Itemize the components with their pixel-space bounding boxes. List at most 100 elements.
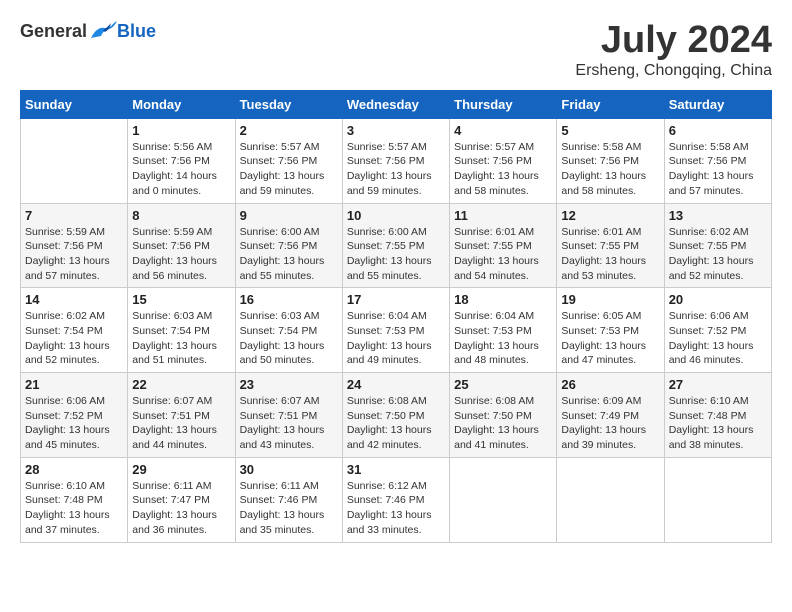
day-number: 9 [240, 208, 338, 223]
calendar-cell: 31 Sunrise: 6:12 AM Sunset: 7:46 PM Dayli… [342, 457, 449, 542]
calendar-cell: 6Sunrise: 5:58 AM Sunset: 7:56 PM Daylig… [664, 118, 771, 203]
calendar-cell: 14 Sunrise: 6:02 AM Sunset: 7:54 PM Dayli… [21, 288, 128, 373]
calendar-cell: 23Sunrise: 6:07 AM Sunset: 7:51 PM Dayli… [235, 373, 342, 458]
calendar-cell: 28Sunrise: 6:10 AM Sunset: 7:48 PM Dayli… [21, 457, 128, 542]
day-number: 19 [561, 292, 659, 307]
calendar-cell: 22 Sunrise: 6:07 AM Sunset: 7:51 PM Dayli… [128, 373, 235, 458]
day-number: 15 [132, 292, 230, 307]
calendar-cell: 20 Sunrise: 6:06 AM Sunset: 7:52 PM Dayli… [664, 288, 771, 373]
day-info: Sunrise: 6:08 AM Sunset: 7:50 PM Dayligh… [347, 394, 445, 453]
day-number: 22 [132, 377, 230, 392]
day-info: Sunrise: 6:01 AM Sunset: 7:55 PM Dayligh… [561, 225, 659, 284]
calendar-cell: 8Sunrise: 5:59 AM Sunset: 7:56 PM Daylig… [128, 203, 235, 288]
day-number: 29 [132, 462, 230, 477]
calendar-cell: 11 Sunrise: 6:01 AM Sunset: 7:55 PM Dayli… [450, 203, 557, 288]
day-number: 27 [669, 377, 767, 392]
day-info: Sunrise: 6:03 AM Sunset: 7:54 PM Dayligh… [240, 309, 338, 368]
header-cell-sunday: Sunday [21, 90, 128, 118]
header-cell-friday: Friday [557, 90, 664, 118]
header-cell-monday: Monday [128, 90, 235, 118]
day-number: 12 [561, 208, 659, 223]
day-info: Sunrise: 6:00 AM Sunset: 7:56 PM Dayligh… [240, 225, 338, 284]
day-info: Sunrise: 6:02 AM Sunset: 7:54 PM Dayligh… [25, 309, 123, 368]
day-number: 31 [347, 462, 445, 477]
calendar-cell: 5 Sunrise: 5:58 AM Sunset: 7:56 PM Daylig… [557, 118, 664, 203]
day-number: 20 [669, 292, 767, 307]
day-info: Sunrise: 6:11 AM Sunset: 7:46 PM Dayligh… [240, 479, 338, 538]
day-number: 26 [561, 377, 659, 392]
day-number: 25 [454, 377, 552, 392]
day-info: Sunrise: 6:12 AM Sunset: 7:46 PM Dayligh… [347, 479, 445, 538]
calendar-cell: 4 Sunrise: 5:57 AM Sunset: 7:56 PM Daylig… [450, 118, 557, 203]
calendar-cell: 2Sunrise: 5:57 AM Sunset: 7:56 PM Daylig… [235, 118, 342, 203]
day-number: 2 [240, 123, 338, 138]
calendar-cell: 27 Sunrise: 6:10 AM Sunset: 7:48 PM Dayli… [664, 373, 771, 458]
day-number: 5 [561, 123, 659, 138]
header-cell-wednesday: Wednesday [342, 90, 449, 118]
calendar-table: SundayMondayTuesdayWednesdayThursdayFrid… [20, 90, 772, 543]
calendar-cell [557, 457, 664, 542]
calendar-cell: 3Sunrise: 5:57 AM Sunset: 7:56 PM Daylig… [342, 118, 449, 203]
day-number: 7 [25, 208, 123, 223]
calendar-cell: 10Sunrise: 6:00 AM Sunset: 7:55 PM Dayli… [342, 203, 449, 288]
day-info: Sunrise: 5:57 AM Sunset: 7:56 PM Dayligh… [454, 140, 552, 199]
day-number: 11 [454, 208, 552, 223]
subtitle: Ersheng, Chongqing, China [575, 62, 772, 80]
day-info: Sunrise: 6:04 AM Sunset: 7:53 PM Dayligh… [347, 309, 445, 368]
calendar-cell: 1 Sunrise: 5:56 AM Sunset: 7:56 PM Daylig… [128, 118, 235, 203]
calendar-week-row: 7 Sunrise: 5:59 AM Sunset: 7:56 PM Daylig… [21, 203, 772, 288]
day-number: 1 [132, 123, 230, 138]
calendar-week-row: 21 Sunrise: 6:06 AM Sunset: 7:52 PM Dayli… [21, 373, 772, 458]
day-info: Sunrise: 5:58 AM Sunset: 7:56 PM Dayligh… [561, 140, 659, 199]
day-info: Sunrise: 5:59 AM Sunset: 7:56 PM Dayligh… [25, 225, 123, 284]
day-number: 16 [240, 292, 338, 307]
day-info: Sunrise: 6:11 AM Sunset: 7:47 PM Dayligh… [132, 479, 230, 538]
day-info: Sunrise: 6:01 AM Sunset: 7:55 PM Dayligh… [454, 225, 552, 284]
header: General Blue July 2024 Ersheng, Chongqin… [20, 20, 772, 80]
day-number: 17 [347, 292, 445, 307]
day-info: Sunrise: 6:06 AM Sunset: 7:52 PM Dayligh… [25, 394, 123, 453]
day-info: Sunrise: 6:08 AM Sunset: 7:50 PM Dayligh… [454, 394, 552, 453]
calendar-cell: 17 Sunrise: 6:04 AM Sunset: 7:53 PM Dayli… [342, 288, 449, 373]
day-number: 10 [347, 208, 445, 223]
calendar-week-row: 14 Sunrise: 6:02 AM Sunset: 7:54 PM Dayli… [21, 288, 772, 373]
day-info: Sunrise: 6:05 AM Sunset: 7:53 PM Dayligh… [561, 309, 659, 368]
day-number: 18 [454, 292, 552, 307]
day-info: Sunrise: 5:56 AM Sunset: 7:56 PM Dayligh… [132, 140, 230, 199]
calendar-cell: 19 Sunrise: 6:05 AM Sunset: 7:53 PM Dayli… [557, 288, 664, 373]
header-cell-thursday: Thursday [450, 90, 557, 118]
calendar-cell: 25 Sunrise: 6:08 AM Sunset: 7:50 PM Dayli… [450, 373, 557, 458]
calendar-header-row: SundayMondayTuesdayWednesdayThursdayFrid… [21, 90, 772, 118]
calendar-cell: 24 Sunrise: 6:08 AM Sunset: 7:50 PM Dayli… [342, 373, 449, 458]
calendar-week-row: 28Sunrise: 6:10 AM Sunset: 7:48 PM Dayli… [21, 457, 772, 542]
day-number: 21 [25, 377, 123, 392]
day-info: Sunrise: 6:07 AM Sunset: 7:51 PM Dayligh… [132, 394, 230, 453]
calendar-cell: 26 Sunrise: 6:09 AM Sunset: 7:49 PM Dayli… [557, 373, 664, 458]
day-number: 4 [454, 123, 552, 138]
day-info: Sunrise: 6:03 AM Sunset: 7:54 PM Dayligh… [132, 309, 230, 368]
day-info: Sunrise: 6:02 AM Sunset: 7:55 PM Dayligh… [669, 225, 767, 284]
calendar-body: 1 Sunrise: 5:56 AM Sunset: 7:56 PM Daylig… [21, 118, 772, 542]
calendar-cell: 15 Sunrise: 6:03 AM Sunset: 7:54 PM Dayli… [128, 288, 235, 373]
day-info: Sunrise: 6:10 AM Sunset: 7:48 PM Dayligh… [669, 394, 767, 453]
main-title: July 2024 [575, 20, 772, 62]
day-number: 6 [669, 123, 767, 138]
day-number: 14 [25, 292, 123, 307]
title-area: July 2024 Ersheng, Chongqing, China [575, 20, 772, 80]
calendar-cell: 9 Sunrise: 6:00 AM Sunset: 7:56 PM Daylig… [235, 203, 342, 288]
day-info: Sunrise: 5:59 AM Sunset: 7:56 PM Dayligh… [132, 225, 230, 284]
calendar-cell: 18Sunrise: 6:04 AM Sunset: 7:53 PM Dayli… [450, 288, 557, 373]
day-info: Sunrise: 6:07 AM Sunset: 7:51 PM Dayligh… [240, 394, 338, 453]
calendar-cell: 16 Sunrise: 6:03 AM Sunset: 7:54 PM Dayli… [235, 288, 342, 373]
logo: General Blue [20, 20, 156, 42]
day-info: Sunrise: 6:06 AM Sunset: 7:52 PM Dayligh… [669, 309, 767, 368]
logo-text-general: General [20, 21, 87, 42]
calendar-cell [21, 118, 128, 203]
day-info: Sunrise: 6:09 AM Sunset: 7:49 PM Dayligh… [561, 394, 659, 453]
day-number: 24 [347, 377, 445, 392]
day-number: 28 [25, 462, 123, 477]
calendar-cell: 21 Sunrise: 6:06 AM Sunset: 7:52 PM Dayli… [21, 373, 128, 458]
calendar-cell [450, 457, 557, 542]
logo-bird-icon [89, 20, 117, 42]
header-cell-saturday: Saturday [664, 90, 771, 118]
